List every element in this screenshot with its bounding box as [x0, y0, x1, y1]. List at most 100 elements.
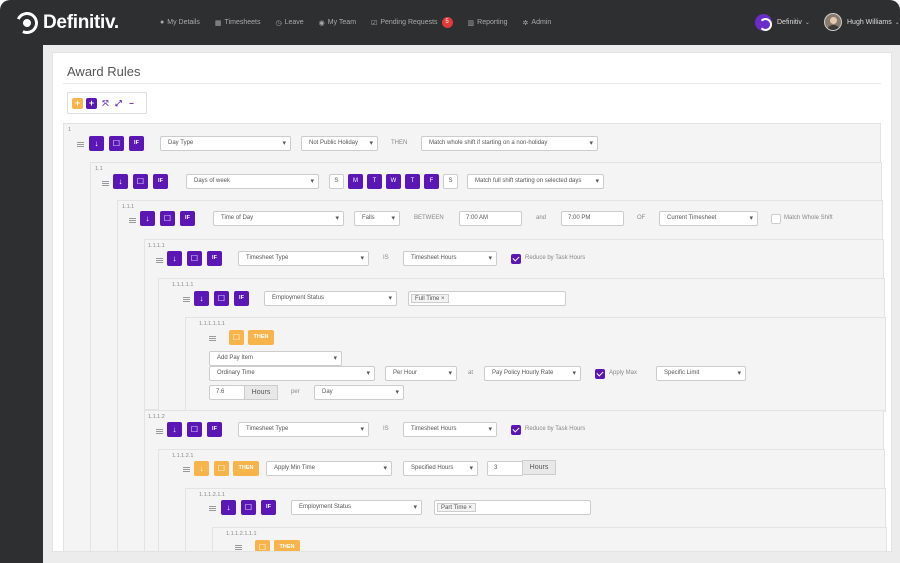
day-type-select[interactable]: Not Public Holiday: [301, 136, 378, 151]
if-button[interactable]: IF: [207, 422, 222, 437]
then-button[interactable]: THEN: [274, 540, 300, 551]
add-rule-button[interactable]: +: [72, 97, 83, 109]
drag-handle-icon[interactable]: [102, 181, 109, 186]
pay-item-select[interactable]: Ordinary Time: [209, 366, 375, 381]
comment-button[interactable]: ☐: [187, 422, 202, 437]
comment-button[interactable]: ☐: [241, 500, 256, 515]
add-child-rule-button[interactable]: +: [86, 97, 97, 109]
nav-leave[interactable]: ◷ Leave: [275, 19, 303, 27]
drag-handle-icon[interactable]: [156, 429, 163, 434]
move-down-button[interactable]: ↓: [221, 500, 236, 515]
then-button[interactable]: THEN: [248, 330, 274, 345]
min-time-mode-select[interactable]: Specified Hours: [403, 461, 478, 476]
if-button[interactable]: IF: [261, 500, 276, 515]
definitiv-logo-icon: [12, 8, 42, 38]
nav-my-team[interactable]: ◉ My Team: [319, 19, 356, 27]
day-toggle-wednesday[interactable]: W: [386, 174, 401, 189]
nav-admin[interactable]: ✲ Admin: [523, 19, 552, 27]
drag-handle-icon[interactable]: [129, 218, 136, 223]
rule-id: 1.1.1.1: [148, 243, 165, 249]
day-toggle-saturday[interactable]: S: [443, 174, 458, 189]
end-time-input[interactable]: 7:00 PM: [561, 211, 624, 226]
nav-reporting[interactable]: ▥ Reporting: [468, 19, 508, 27]
apply-max-label: Apply Max: [609, 370, 638, 376]
rule-id: 1.1.1.1.1.1: [199, 321, 225, 327]
day-toggle-thursday[interactable]: T: [405, 174, 420, 189]
if-button[interactable]: IF: [207, 251, 222, 266]
rule-1-1-1-2-1: 1.1.1.2.1 ↓ ☐ THEN Apply Min Time Specif…: [158, 449, 887, 551]
per-period-select[interactable]: Day: [314, 385, 404, 400]
rule-field-select[interactable]: Time of Day: [213, 211, 344, 226]
match-mode-select[interactable]: Match full shift starting on selected da…: [467, 174, 604, 189]
tag-remove-icon[interactable]: ×: [441, 296, 445, 302]
move-down-button[interactable]: ↓: [194, 461, 209, 476]
brand-logo[interactable]: Definitiv.: [12, 8, 119, 38]
rule-field-select[interactable]: Employment Status: [264, 291, 397, 306]
org-name: Definitiv: [777, 19, 802, 26]
expand-icon[interactable]: ⤧: [100, 98, 111, 109]
rate-type-select[interactable]: Per Hour: [385, 366, 457, 381]
match-mode-select[interactable]: Match whole shift if starting on a non-h…: [421, 136, 598, 151]
employment-status-tag-input[interactable]: Full Time ×: [408, 291, 566, 306]
day-toggle-friday[interactable]: F: [424, 174, 439, 189]
move-down-button[interactable]: ↓: [140, 211, 155, 226]
comment-button[interactable]: ☐: [255, 540, 270, 551]
timesheet-type-select[interactable]: Timesheet Hours: [403, 422, 497, 437]
apply-max-checkbox[interactable]: [595, 369, 605, 379]
match-whole-shift-checkbox[interactable]: [771, 214, 781, 224]
rule-field-select[interactable]: Timesheet Type: [238, 422, 369, 437]
tag-remove-icon[interactable]: ×: [468, 505, 472, 511]
org-switcher[interactable]: Definitiv ⌄: [755, 14, 810, 31]
drag-handle-icon[interactable]: [77, 142, 84, 147]
user-menu[interactable]: Hugh Williams ⌄: [824, 13, 900, 31]
move-down-button[interactable]: ↓: [167, 251, 182, 266]
max-quantity-input[interactable]: 7.6: [209, 385, 245, 400]
rate-select[interactable]: Pay Policy Hourly Rate: [484, 366, 581, 381]
rule-field-select[interactable]: Days of week: [186, 174, 319, 189]
reduce-by-task-hours-checkbox[interactable]: [511, 254, 521, 264]
nav-my-details[interactable]: ● My Details: [160, 19, 200, 26]
move-down-button[interactable]: ↓: [167, 422, 182, 437]
comment-button[interactable]: ☐: [133, 174, 148, 189]
rule-field-select[interactable]: Timesheet Type: [238, 251, 369, 266]
drag-handle-icon[interactable]: [156, 258, 163, 263]
drag-handle-icon[interactable]: [209, 506, 216, 511]
move-down-button[interactable]: ↓: [113, 174, 128, 189]
rule-field-select[interactable]: Day Type: [160, 136, 291, 151]
day-toggle-tuesday[interactable]: T: [367, 174, 382, 189]
limit-select[interactable]: Specific Limit: [656, 366, 746, 381]
collapse-icon[interactable]: ⤢: [113, 98, 124, 109]
if-button[interactable]: IF: [129, 136, 144, 151]
comment-button[interactable]: ☐: [187, 251, 202, 266]
remove-icon[interactable]: −: [126, 98, 137, 109]
day-toggle-sunday[interactable]: S: [329, 174, 344, 189]
min-hours-input[interactable]: 3: [487, 461, 523, 476]
period-select[interactable]: Current Timesheet: [659, 211, 758, 226]
drag-handle-icon[interactable]: [235, 545, 242, 550]
day-toggle-monday[interactable]: M: [348, 174, 363, 189]
drag-handle-icon[interactable]: [209, 336, 216, 341]
drag-handle-icon[interactable]: [183, 297, 190, 302]
comment-button[interactable]: ☐: [229, 330, 244, 345]
if-button[interactable]: IF: [234, 291, 249, 306]
comment-button[interactable]: ☐: [214, 291, 229, 306]
if-button[interactable]: IF: [153, 174, 168, 189]
comment-button[interactable]: ☐: [160, 211, 175, 226]
move-down-button[interactable]: ↓: [89, 136, 104, 151]
comment-button[interactable]: ☐: [109, 136, 124, 151]
start-time-input[interactable]: 7:00 AM: [459, 211, 522, 226]
drag-handle-icon[interactable]: [183, 467, 190, 472]
reduce-by-task-hours-checkbox[interactable]: [511, 425, 521, 435]
time-operator-select[interactable]: Falls: [354, 211, 400, 226]
rule-field-select[interactable]: Employment Status: [291, 500, 422, 515]
action-select[interactable]: Apply Min Time: [266, 461, 392, 476]
nav-timesheets[interactable]: ▦ Timesheets: [215, 19, 261, 27]
if-button[interactable]: IF: [180, 211, 195, 226]
move-down-button[interactable]: ↓: [194, 291, 209, 306]
nav-pending-requests[interactable]: ☑ Pending Requests 5: [371, 17, 453, 28]
action-select[interactable]: Add Pay Item: [209, 351, 342, 366]
employment-status-tag-input[interactable]: Part Time ×: [434, 500, 591, 515]
comment-button[interactable]: ☐: [214, 461, 229, 476]
timesheet-type-select[interactable]: Timesheet Hours: [403, 251, 497, 266]
then-button[interactable]: THEN: [233, 461, 259, 476]
